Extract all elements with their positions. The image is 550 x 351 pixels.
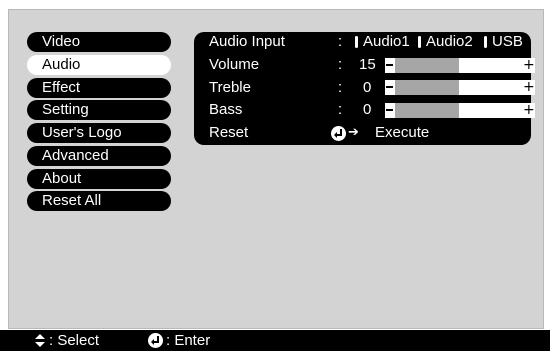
footer-enter-label: : Enter [166, 332, 211, 349]
sidebar-item-label: Video [42, 33, 81, 50]
sidebar-item-reset-all[interactable]: Reset All [27, 191, 171, 211]
bass-label: Bass [209, 101, 243, 118]
volume-value: 15 [359, 56, 376, 73]
treble-value: 0 [363, 79, 372, 96]
minus-icon[interactable] [386, 109, 393, 111]
option-usb[interactable]: USB [492, 32, 523, 52]
treble-label: Treble [209, 79, 251, 96]
slider-fill [395, 80, 459, 95]
sidebar-item-label: Advanced [42, 147, 109, 164]
sidebar-item-users-logo[interactable]: User's Logo [27, 123, 171, 143]
projector-menu-screen: Video Audio Effect Setting User's Logo A… [0, 0, 550, 351]
option-marker-icon [484, 36, 487, 48]
volume-label: Volume [209, 56, 260, 73]
sidebar-item-label: About [42, 170, 82, 187]
right-arrow-icon: ➔ [348, 125, 359, 140]
sidebar-item-label: User's Logo [42, 124, 122, 141]
sidebar-item-video[interactable]: Video [27, 32, 171, 52]
up-down-arrows-icon [35, 334, 45, 347]
sidebar-item-label: Audio [42, 56, 81, 73]
colon-separator: : [338, 56, 343, 73]
sidebar-item-label: Reset All [42, 192, 102, 209]
slider-fill [395, 58, 459, 73]
sidebar-item-about[interactable]: About [27, 169, 171, 189]
minus-icon[interactable] [386, 64, 393, 66]
enter-icon [331, 126, 346, 141]
colon-separator: : [338, 79, 343, 96]
reset-execute-button[interactable]: Execute [375, 123, 429, 143]
plus-icon[interactable]: + [523, 103, 535, 118]
option-marker-icon [355, 36, 358, 48]
audio-input-label: Audio Input [209, 33, 285, 50]
option-audio1[interactable]: Audio1 [363, 32, 410, 52]
minus-icon[interactable] [386, 86, 393, 88]
sidebar-item-effect[interactable]: Effect [27, 78, 171, 98]
bass-value: 0 [363, 101, 372, 118]
plus-icon[interactable]: + [523, 80, 535, 95]
option-audio2[interactable]: Audio2 [426, 32, 473, 52]
option-marker-icon [418, 36, 421, 48]
reset-label: Reset [209, 124, 249, 141]
colon-separator: : [338, 101, 343, 118]
volume-slider[interactable]: + [385, 58, 535, 73]
enter-icon [148, 333, 163, 348]
sidebar-item-audio[interactable]: Audio [27, 55, 171, 75]
sidebar-item-label: Effect [42, 79, 81, 96]
sidebar-item-setting[interactable]: Setting [27, 100, 171, 120]
footer-select-label: : Select [49, 332, 100, 349]
plus-icon[interactable]: + [523, 58, 535, 73]
colon-separator: : [338, 33, 343, 50]
bass-slider[interactable]: + [385, 103, 535, 118]
slider-fill [395, 103, 459, 118]
treble-slider[interactable]: + [385, 80, 535, 95]
footer-bar: : Select : Enter [0, 330, 550, 351]
sidebar-item-advanced[interactable]: Advanced [27, 146, 171, 166]
sidebar-item-label: Setting [42, 101, 89, 118]
